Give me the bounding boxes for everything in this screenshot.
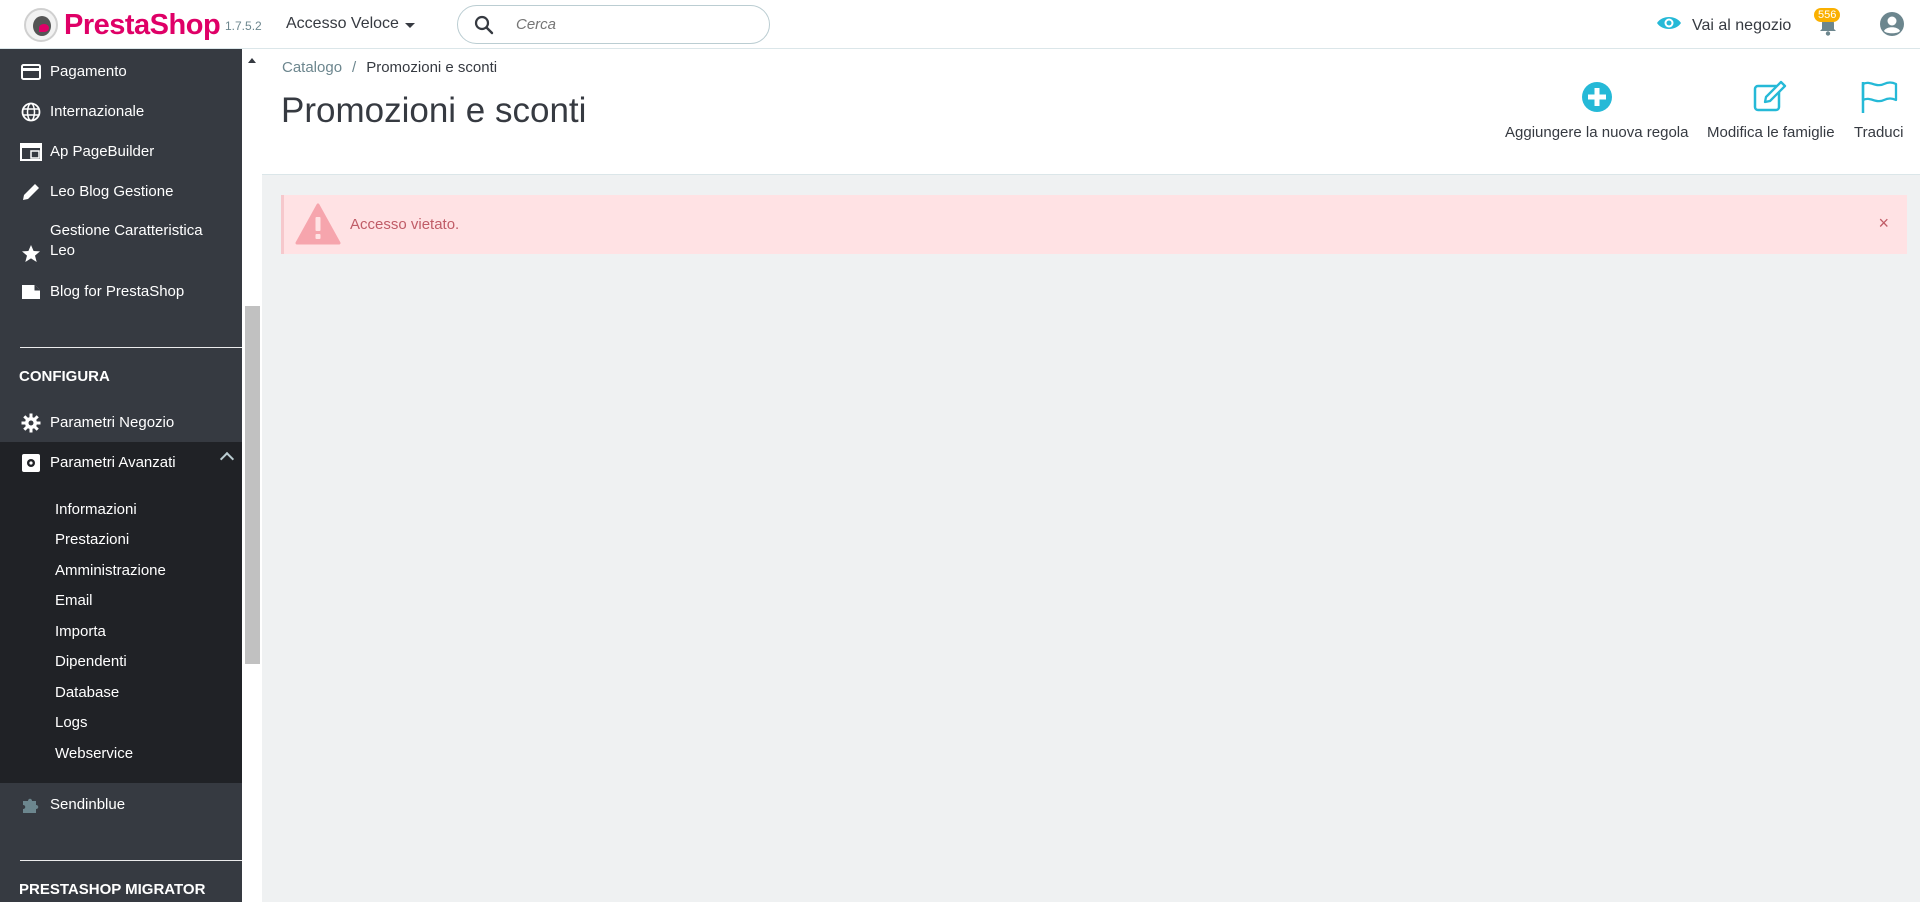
- sidebar-subitem-dipendenti[interactable]: Dipendenti: [55, 653, 127, 670]
- folder-icon: [20, 281, 42, 303]
- search-box: [457, 5, 770, 44]
- sidebar-item-label: Ap PageBuilder: [50, 143, 155, 160]
- section-heading-prestashop-migrator: PRESTASHOP MIGRATOR: [19, 881, 206, 898]
- sidebar-item-label: Leo Blog Gestione: [50, 183, 174, 200]
- sidebar-subitem-database[interactable]: Database: [55, 684, 119, 701]
- quick-access-dropdown[interactable]: Accesso Veloce: [286, 15, 415, 33]
- sidebar-item-label: Internazionale: [50, 103, 145, 120]
- sidebar-subitem-informazioni[interactable]: Informazioni: [55, 501, 137, 518]
- globe-icon: [20, 101, 42, 123]
- close-icon[interactable]: ×: [1878, 213, 1889, 233]
- sidebar-subitem-webservice[interactable]: Webservice: [55, 745, 133, 762]
- scroll-up-arrow-icon[interactable]: [248, 58, 256, 63]
- breadcrumb-catalogo-link[interactable]: Catalogo: [282, 59, 342, 76]
- brand-name: PrestaShop: [64, 8, 221, 41]
- sidebar-subitem-logs[interactable]: Logs: [55, 714, 88, 731]
- search-icon[interactable]: [464, 6, 504, 43]
- user-avatar-icon[interactable]: [1879, 11, 1905, 37]
- sidebar-item-ap-pagebuilder[interactable]: Ap PageBuilder: [0, 141, 242, 163]
- quick-access-label: Accesso Veloce: [286, 15, 399, 32]
- sidebar-item-sendinblue[interactable]: Sendinblue: [0, 794, 242, 816]
- notifications-badge: 556: [1814, 8, 1841, 22]
- top-header: PrestaShop 1.7.5.2 Accesso Veloce Vai al…: [0, 0, 1920, 49]
- edit-families-button[interactable]: Modifica le famiglie: [1707, 77, 1835, 141]
- settings-box-icon: [20, 452, 42, 474]
- sidebar-item-label: Sendinblue: [50, 796, 126, 813]
- page-header: Catalogo / Promozioni e sconti Promozion…: [262, 49, 1920, 175]
- plus-circle-icon: [1581, 77, 1613, 117]
- sidebar-divider: [20, 347, 242, 348]
- scrollbar-thumb[interactable]: [245, 306, 260, 664]
- add-rule-button[interactable]: Aggiungere la nuova regola: [1505, 77, 1688, 141]
- sidebar-subitem-importa[interactable]: Importa: [55, 623, 106, 640]
- sidebar-nav: Pagamento Internazionale Ap PageBuilder …: [0, 49, 242, 902]
- sidebar-divider: [20, 860, 242, 861]
- sidebar-item-label: Blog for PrestaShop: [50, 283, 185, 300]
- sidebar-subitem-email[interactable]: Email: [55, 592, 93, 609]
- section-heading-configura: CONFIGURA: [19, 368, 110, 385]
- prestashop-logo[interactable]: PrestaShop: [24, 8, 221, 42]
- caret-down-icon: [404, 22, 415, 28]
- gear-icon: [20, 412, 42, 434]
- sidebar-item-leo-blog-gestione[interactable]: Leo Blog Gestione: [0, 181, 242, 203]
- sidebar-item-label: Parametri Negozio: [50, 414, 175, 431]
- sidebar-item-internazionale[interactable]: Internazionale: [0, 101, 242, 123]
- sidebar-item-gestione-caratteristica-leo[interactable]: Gestione Caratteristica Leo: [0, 221, 242, 262]
- edit-icon: [1753, 77, 1789, 117]
- sidebar-item-label: Parametri Avanzati: [50, 454, 176, 471]
- warning-triangle-icon: [295, 202, 341, 246]
- sidebar-item-label: Gestione Caratteristica Leo: [50, 222, 203, 259]
- star-icon: [20, 243, 42, 265]
- sidebar-item-pagamento[interactable]: Pagamento: [0, 61, 242, 83]
- puffin-logo-icon: [24, 8, 58, 42]
- sidebar-subitem-prestazioni[interactable]: Prestazioni: [55, 531, 129, 548]
- puzzle-icon: [20, 794, 42, 816]
- breadcrumb-separator: /: [352, 59, 357, 76]
- active-section-background: [0, 442, 242, 783]
- view-shop-link[interactable]: Vai al negozio: [1656, 14, 1791, 37]
- alert-message: Accesso vietato.: [350, 216, 460, 233]
- pencil-icon: [20, 181, 42, 203]
- window-icon: [20, 141, 42, 163]
- error-alert: Accesso vietato. ×: [281, 195, 1907, 254]
- sidebar-item-blog-for-prestashop[interactable]: Blog for PrestaShop: [0, 281, 242, 303]
- search-input[interactable]: [516, 16, 756, 33]
- page-title: Promozioni e sconti: [281, 91, 587, 130]
- breadcrumb-current: Promozioni e sconti: [366, 59, 498, 76]
- view-shop-label: Vai al negozio: [1692, 16, 1792, 34]
- translate-button[interactable]: Traduci: [1854, 77, 1903, 141]
- sidebar-subitem-amministrazione[interactable]: Amministrazione: [55, 562, 166, 579]
- eye-icon: [1656, 14, 1682, 37]
- translate-label: Traduci: [1854, 124, 1904, 141]
- sidebar-item-label: Pagamento: [50, 63, 127, 80]
- breadcrumb: Catalogo / Promozioni e sconti: [282, 59, 497, 76]
- version-label: 1.7.5.2: [225, 19, 262, 33]
- flag-icon: [1860, 77, 1898, 117]
- sidebar-item-parametri-negozio[interactable]: Parametri Negozio: [0, 412, 242, 434]
- sidebar-item-parametri-avanzati[interactable]: Parametri Avanzati: [0, 452, 242, 474]
- credit-card-icon: [20, 61, 42, 83]
- sidebar-scrollbar[interactable]: [242, 49, 262, 902]
- add-rule-label: Aggiungere la nuova regola: [1505, 124, 1689, 141]
- edit-families-label: Modifica le famiglie: [1707, 124, 1835, 141]
